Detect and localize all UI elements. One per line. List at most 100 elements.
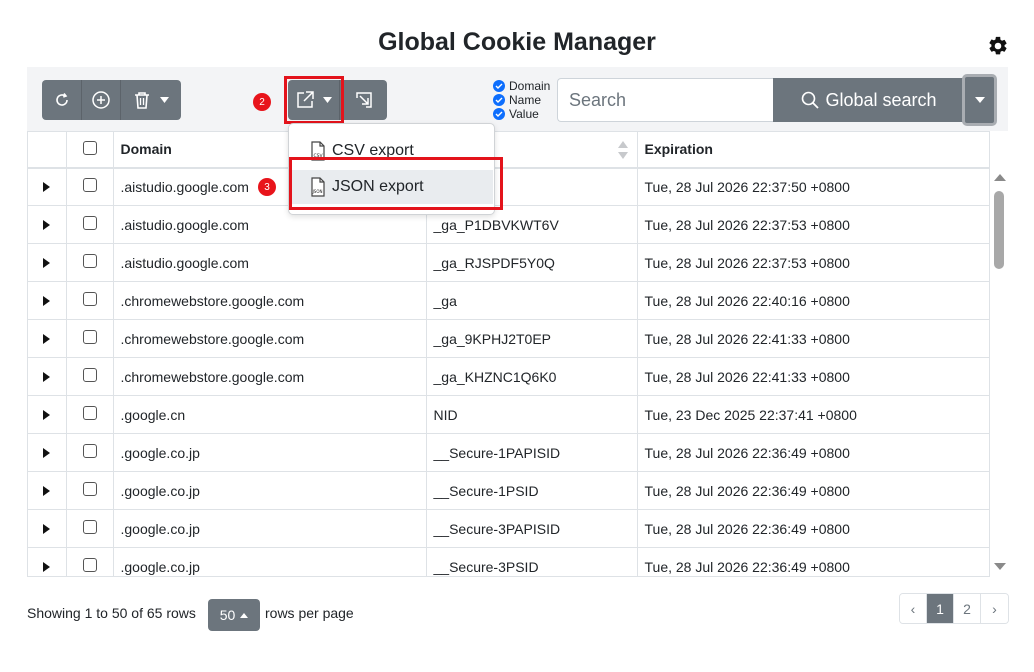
step-badge-3: 3 xyxy=(258,178,276,196)
cell-name: NID xyxy=(426,395,638,434)
cell-name: __Secure-1PSID xyxy=(426,471,638,510)
global-search-button[interactable]: Global search xyxy=(773,78,965,122)
cell-expiration: Tue, 28 Jul 2026 22:37:53 +0800 xyxy=(637,243,989,282)
cell-expiration: Tue, 28 Jul 2026 22:36:49 +0800 xyxy=(637,471,989,510)
table-row[interactable]: .chromewebstore.google.com _ga_KHZNC1Q6K0… xyxy=(28,357,989,396)
table-row[interactable]: .google.cn NID Tue, 23 Dec 2025 22:37:41 +… xyxy=(28,395,989,434)
filter-name[interactable]: Name xyxy=(493,93,550,107)
expand-row-toggle[interactable] xyxy=(28,319,67,358)
cell-name: _ga_9KPHJ2T0EP xyxy=(426,319,638,358)
cell-expiration: Tue, 28 Jul 2026 22:36:49 +0800 xyxy=(637,547,989,576)
cell-domain: .aistudio.google.com xyxy=(113,243,427,282)
cell-expiration: Tue, 28 Jul 2026 22:36:49 +0800 xyxy=(637,509,989,548)
table-row[interactable]: .aistudio.google.com Tue, 28 Jul 2026 22:… xyxy=(28,167,989,206)
cell-domain: .google.co.jp xyxy=(113,433,427,472)
page-2-button[interactable]: 2 xyxy=(954,594,981,623)
cell-name: _ga xyxy=(426,281,638,320)
expand-header xyxy=(28,131,67,169)
expand-row-toggle[interactable] xyxy=(28,547,67,576)
expand-row-toggle[interactable] xyxy=(28,357,67,396)
search-options-dropdown[interactable] xyxy=(962,74,997,126)
svg-text:JSON: JSON xyxy=(312,189,323,194)
caret-right-icon xyxy=(43,561,51,572)
delete-button[interactable] xyxy=(121,80,181,120)
row-checkbox[interactable] xyxy=(66,433,114,472)
row-checkbox[interactable] xyxy=(66,167,114,206)
row-checkbox[interactable] xyxy=(66,547,114,576)
refresh-button[interactable] xyxy=(42,80,82,120)
add-cookie-button[interactable] xyxy=(82,80,121,120)
scroll-up-arrow-icon[interactable] xyxy=(994,174,1006,181)
caret-right-icon xyxy=(43,219,51,230)
row-checkbox[interactable] xyxy=(66,395,114,434)
external-export-icon xyxy=(297,91,314,108)
scroll-thumb[interactable] xyxy=(994,191,1004,269)
table-row[interactable]: .chromewebstore.google.com _ga_9KPHJ2T0EP… xyxy=(28,319,989,358)
search-input[interactable]: Search xyxy=(557,78,773,122)
step-badge-2: 2 xyxy=(253,93,271,111)
cell-expiration: Tue, 28 Jul 2026 22:36:49 +0800 xyxy=(637,433,989,472)
gear-icon[interactable] xyxy=(987,35,1009,57)
row-checkbox[interactable] xyxy=(66,509,114,548)
csv-export-item[interactable]: CSV CSV export xyxy=(290,134,493,168)
checkbox-checked-icon xyxy=(493,94,505,106)
cookie-actions-group xyxy=(42,80,181,120)
table-row[interactable]: .aistudio.google.com _ga_P1DBVKWT6V Tue, 2… xyxy=(28,205,989,244)
table-row[interactable]: .aistudio.google.com _ga_RJSPDF5Y0Q Tue, 2… xyxy=(28,243,989,282)
next-page-button[interactable]: › xyxy=(981,594,1008,623)
scroll-down-arrow-icon[interactable] xyxy=(994,563,1006,570)
expand-row-toggle[interactable] xyxy=(28,167,67,206)
page-title: Global Cookie Manager xyxy=(378,28,656,56)
cell-name: __Secure-3PAPISID xyxy=(426,509,638,548)
checkbox-checked-icon xyxy=(493,108,505,120)
row-checkbox[interactable] xyxy=(66,205,114,244)
cell-name: _ga_KHZNC1Q6K0 xyxy=(426,357,638,396)
page-size-select[interactable]: 50 xyxy=(208,599,260,631)
json-export-item[interactable]: JSON JSON export xyxy=(290,170,493,204)
expiration-header[interactable]: Expiration xyxy=(637,131,989,169)
expand-row-toggle[interactable] xyxy=(28,205,67,244)
checkbox-checked-icon xyxy=(493,80,505,92)
sort-icon[interactable] xyxy=(617,139,629,161)
export-dropdown-menu: CSV CSV export JSON JSON export xyxy=(288,123,495,215)
table-header-row: Domain Expiration xyxy=(28,131,989,169)
expand-row-toggle[interactable] xyxy=(28,395,67,434)
cell-name: __Secure-3PSID xyxy=(426,547,638,576)
prev-page-button[interactable]: ‹ xyxy=(900,594,927,623)
json-file-icon: JSON xyxy=(311,177,325,197)
caret-right-icon xyxy=(43,409,51,420)
cell-name: _ga_RJSPDF5Y0Q xyxy=(426,243,638,282)
row-checkbox[interactable] xyxy=(66,471,114,510)
cell-domain: .chromewebstore.google.com xyxy=(113,357,427,396)
per-page-label: rows per page xyxy=(265,605,354,621)
export-button[interactable] xyxy=(288,80,340,120)
caret-right-icon xyxy=(43,371,51,382)
expand-row-toggle[interactable] xyxy=(28,471,67,510)
table-row[interactable]: .google.co.jp __Secure-3PSID Tue, 28 Jul 2… xyxy=(28,547,989,576)
cell-domain: .google.co.jp xyxy=(113,509,427,548)
table-scrollbar[interactable] xyxy=(990,167,1008,577)
page-1-button[interactable]: 1 xyxy=(927,594,954,623)
caret-right-icon xyxy=(43,447,51,458)
table-row[interactable]: .google.co.jp __Secure-3PAPISID Tue, 28 Ju… xyxy=(28,509,989,548)
cell-expiration: Tue, 28 Jul 2026 22:37:50 +0800 xyxy=(637,167,989,206)
import-button[interactable] xyxy=(340,80,387,120)
expand-row-toggle[interactable] xyxy=(28,433,67,472)
select-all-checkbox[interactable] xyxy=(66,131,114,169)
table-row[interactable]: .google.co.jp __Secure-1PAPISID Tue, 28 Ju… xyxy=(28,433,989,472)
expand-row-toggle[interactable] xyxy=(28,243,67,282)
expand-row-toggle[interactable] xyxy=(28,509,67,548)
row-checkbox[interactable] xyxy=(66,319,114,358)
row-checkbox[interactable] xyxy=(66,281,114,320)
expand-row-toggle[interactable] xyxy=(28,281,67,320)
table-row[interactable]: .google.co.jp __Secure-1PSID Tue, 28 Jul 2… xyxy=(28,471,989,510)
filter-domain[interactable]: Domain xyxy=(493,79,550,93)
pagination-summary: Showing 1 to 50 of 65 rows xyxy=(27,605,196,621)
filter-value[interactable]: Value xyxy=(493,107,550,121)
row-checkbox[interactable] xyxy=(66,357,114,396)
table-row[interactable]: .chromewebstore.google.com _ga Tue, 28 Jul… xyxy=(28,281,989,320)
row-checkbox[interactable] xyxy=(66,243,114,282)
caret-right-icon xyxy=(43,485,51,496)
export-import-group xyxy=(288,80,387,120)
caret-down-icon xyxy=(974,97,985,103)
